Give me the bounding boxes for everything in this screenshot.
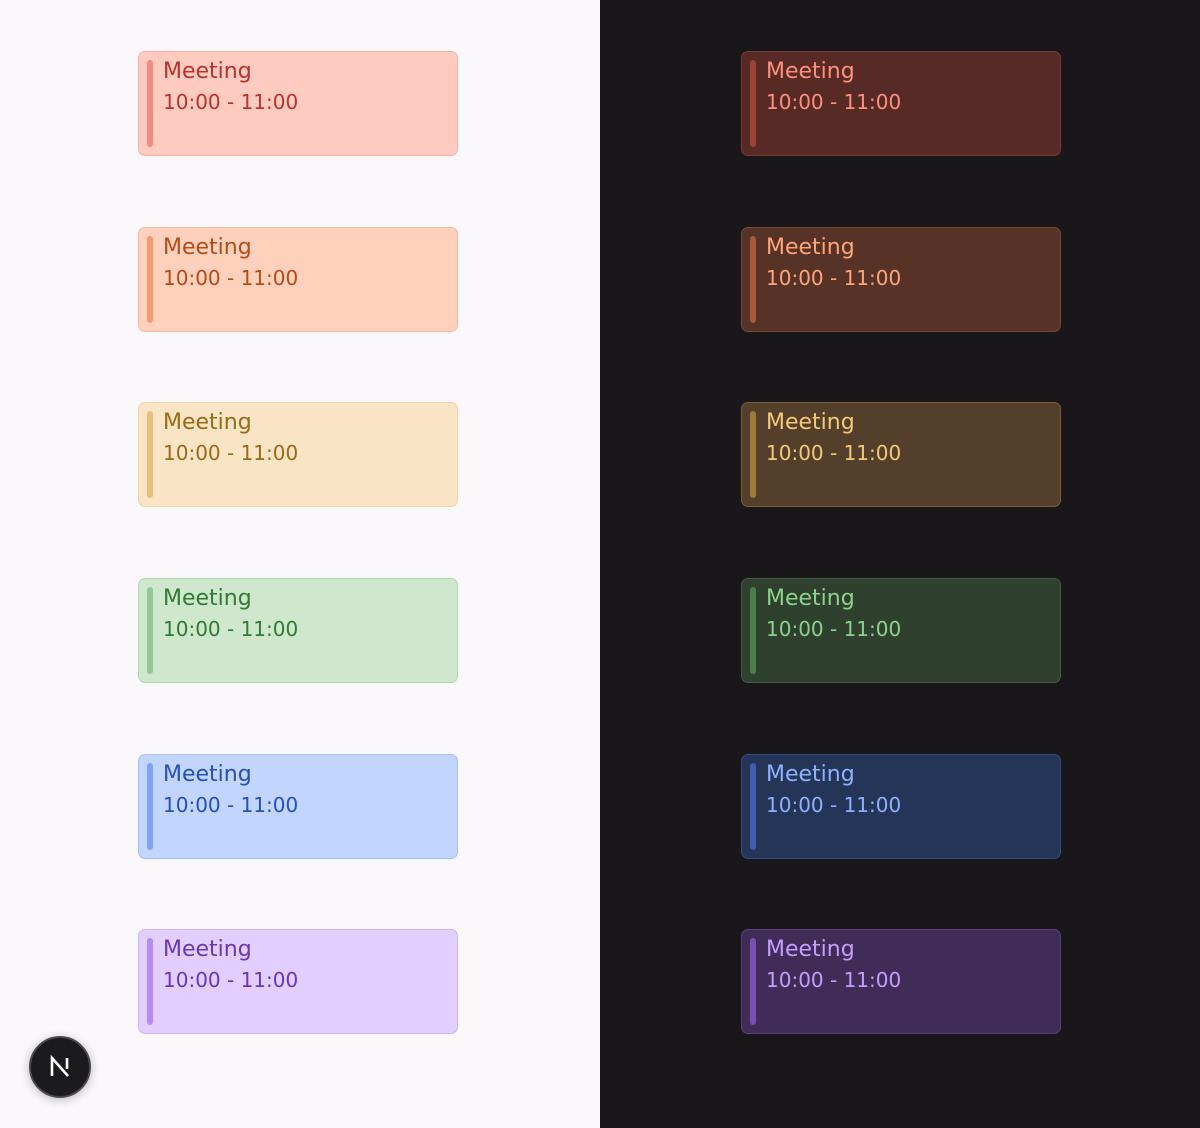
event-card-blue[interactable]: Meeting 10:00 - 11:00	[138, 754, 458, 859]
event-card-blue[interactable]: Meeting 10:00 - 11:00	[741, 754, 1061, 859]
event-title: Meeting	[163, 410, 252, 435]
event-accent-bar	[147, 763, 153, 850]
event-accent-bar	[750, 236, 756, 323]
event-time: 10:00 - 11:00	[766, 793, 902, 817]
event-title: Meeting	[766, 235, 855, 260]
event-time: 10:00 - 11:00	[766, 441, 902, 465]
event-card-red[interactable]: Meeting 10:00 - 11:00	[138, 51, 458, 156]
event-title: Meeting	[766, 59, 855, 84]
event-title: Meeting	[163, 235, 252, 260]
event-title: Meeting	[163, 59, 252, 84]
nextjs-logo-icon	[50, 1054, 69, 1077]
event-time: 10:00 - 11:00	[163, 968, 299, 992]
event-accent-bar	[147, 587, 153, 674]
event-time: 10:00 - 11:00	[766, 968, 902, 992]
event-time: 10:00 - 11:00	[163, 266, 299, 290]
event-card-purple[interactable]: Meeting 10:00 - 11:00	[138, 929, 458, 1034]
dark-theme-panel: Meeting 10:00 - 11:00 Meeting 10:00 - 11…	[600, 0, 1200, 1128]
event-accent-bar	[750, 60, 756, 147]
event-time: 10:00 - 11:00	[163, 617, 299, 641]
event-accent-bar	[147, 60, 153, 147]
event-card-amber[interactable]: Meeting 10:00 - 11:00	[741, 402, 1061, 507]
event-title: Meeting	[766, 762, 855, 787]
event-accent-bar	[750, 763, 756, 850]
event-accent-bar	[147, 938, 153, 1025]
event-card-green[interactable]: Meeting 10:00 - 11:00	[741, 578, 1061, 683]
event-card-green[interactable]: Meeting 10:00 - 11:00	[138, 578, 458, 683]
event-title: Meeting	[766, 586, 855, 611]
light-theme-panel: Meeting 10:00 - 11:00 Meeting 10:00 - 11…	[0, 0, 600, 1128]
event-card-orange[interactable]: Meeting 10:00 - 11:00	[741, 227, 1061, 332]
event-accent-bar	[750, 938, 756, 1025]
event-card-amber[interactable]: Meeting 10:00 - 11:00	[138, 402, 458, 507]
event-time: 10:00 - 11:00	[766, 617, 902, 641]
event-accent-bar	[147, 236, 153, 323]
event-time: 10:00 - 11:00	[163, 793, 299, 817]
event-title: Meeting	[766, 410, 855, 435]
event-card-red[interactable]: Meeting 10:00 - 11:00	[741, 51, 1061, 156]
event-card-purple[interactable]: Meeting 10:00 - 11:00	[741, 929, 1061, 1034]
event-accent-bar	[750, 587, 756, 674]
event-title: Meeting	[163, 762, 252, 787]
event-time: 10:00 - 11:00	[766, 90, 902, 114]
event-time: 10:00 - 11:00	[163, 90, 299, 114]
event-time: 10:00 - 11:00	[766, 266, 902, 290]
event-accent-bar	[147, 411, 153, 498]
event-card-orange[interactable]: Meeting 10:00 - 11:00	[138, 227, 458, 332]
event-title: Meeting	[766, 937, 855, 962]
event-title: Meeting	[163, 937, 252, 962]
event-time: 10:00 - 11:00	[163, 441, 299, 465]
event-accent-bar	[750, 411, 756, 498]
nextjs-dev-indicator-button[interactable]	[29, 1036, 91, 1098]
event-title: Meeting	[163, 586, 252, 611]
